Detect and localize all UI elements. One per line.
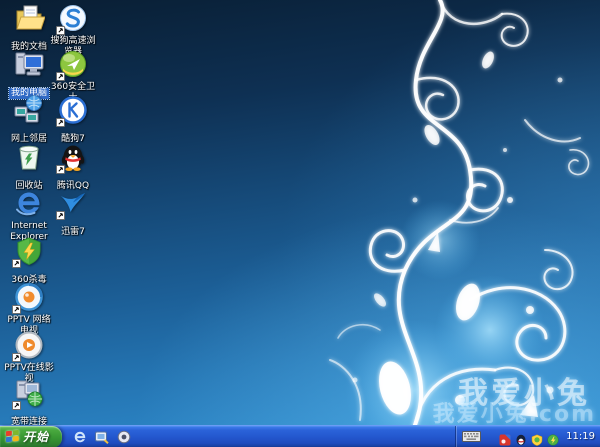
quick-launch-media-player-icon[interactable] <box>116 429 132 445</box>
shortcut-arrow-icon <box>12 259 21 268</box>
desktop-icon-360-antivirus[interactable]: 360杀毒 <box>1 235 57 286</box>
tray-sogou-pinyin-icon[interactable] <box>499 431 511 443</box>
icon-label: 迅雷7 <box>59 227 87 238</box>
desktop: 我爱小兔 我爱小兔.com 我的文档 我的电脑 网上邻居 <box>0 0 600 447</box>
desktop-icon-tencent-qq[interactable]: 腾讯QQ <box>45 141 101 192</box>
quick-launch-show-desktop-icon[interactable] <box>94 429 110 445</box>
tray-qq-icon[interactable] <box>515 431 527 443</box>
shortcut-arrow-icon <box>12 305 21 314</box>
desktop-icon-xunlei[interactable]: 迅雷7 <box>45 187 101 238</box>
windows-logo-icon <box>5 429 20 444</box>
shortcut-arrow-icon <box>12 401 21 410</box>
wallpaper-swirl-graphic <box>320 0 600 425</box>
system-tray: 11:19 <box>455 426 600 447</box>
tray-360-antivirus-icon[interactable] <box>547 431 559 443</box>
my-computer-icon <box>13 48 45 80</box>
shortcut-arrow-icon <box>56 26 65 35</box>
shortcut-arrow-icon <box>56 165 65 174</box>
desktop-icon-broadband-connection[interactable]: 宽带连接 <box>1 377 57 428</box>
start-button[interactable]: 开始 <box>0 426 62 447</box>
network-places-icon <box>13 94 45 126</box>
shortcut-arrow-icon <box>56 118 65 127</box>
quick-launch-internet-explorer-icon[interactable] <box>72 429 88 445</box>
tray-360-safe-icon[interactable] <box>531 431 543 443</box>
desktop-icon-kugou[interactable]: 酷狗7 <box>45 94 101 145</box>
shortcut-arrow-icon <box>12 353 21 362</box>
start-button-label: 开始 <box>23 428 49 445</box>
internet-explorer-icon <box>13 187 45 219</box>
my-documents-icon <box>13 2 45 34</box>
quick-launch-bar <box>72 429 132 445</box>
taskbar: 开始 11:19 <box>0 425 600 447</box>
input-method-keyboard-icon[interactable] <box>462 431 481 442</box>
recycle-bin-icon <box>13 141 45 173</box>
shortcut-arrow-icon <box>56 72 65 81</box>
tray-clock[interactable]: 11:19 <box>566 431 595 442</box>
shortcut-arrow-icon <box>56 211 65 220</box>
